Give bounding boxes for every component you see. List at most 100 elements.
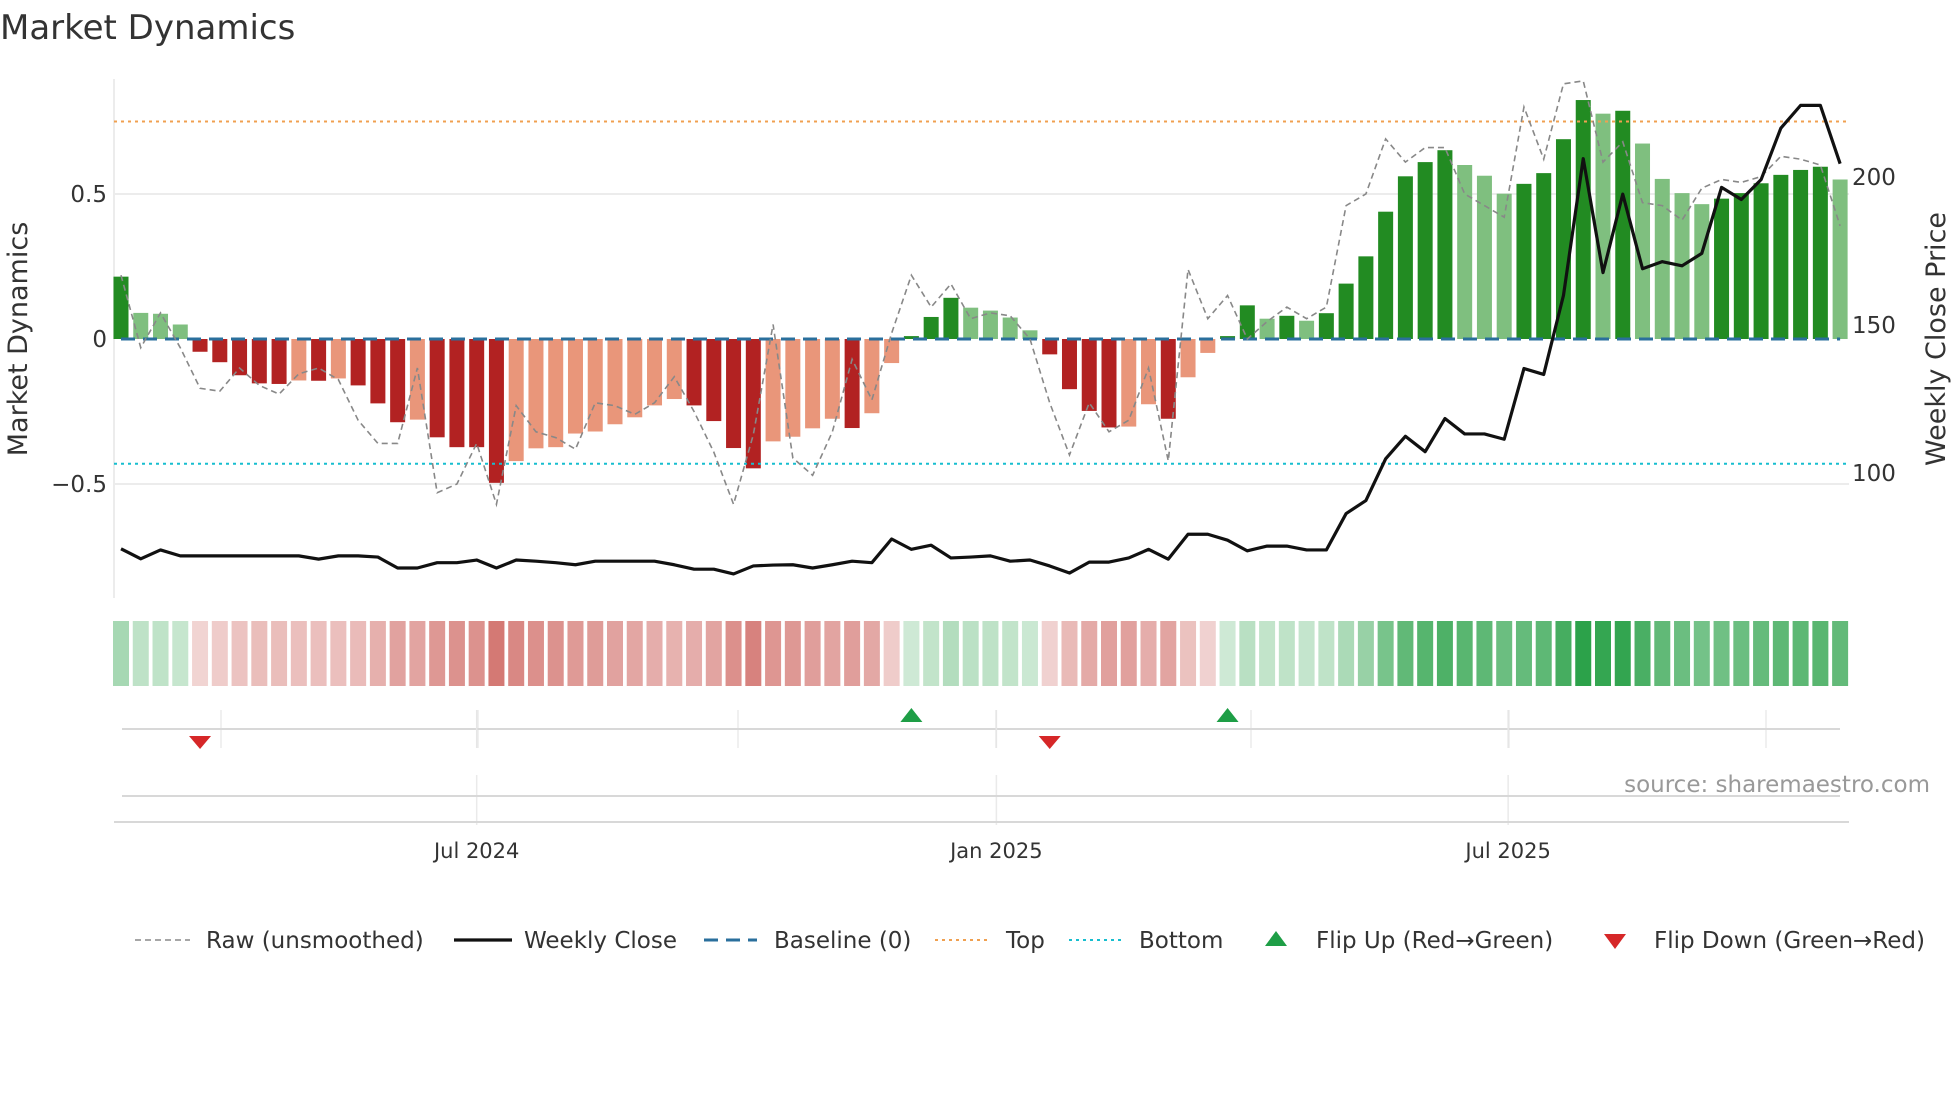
heat-strip-cell [1535, 621, 1552, 686]
dynamics-bar [706, 339, 722, 422]
chart-title: Market Dynamics [0, 8, 295, 48]
dynamics-bar [1457, 165, 1473, 339]
dynamics-bar [153, 313, 169, 339]
heat-strip-cell [1832, 621, 1849, 686]
heat-strip-cell [429, 621, 446, 686]
heat-strip-cell [1061, 621, 1078, 686]
heat-strip-cell [725, 621, 742, 686]
heat-strip-cell [1219, 621, 1236, 686]
heat-strip-cell [290, 621, 307, 686]
flip-up-marker [900, 708, 923, 722]
heat-strip-cell [1180, 621, 1197, 686]
heat-strip-cell [705, 621, 722, 686]
heat-strip-cell [468, 621, 485, 686]
dynamics-bar [943, 297, 959, 339]
dynamics-bar [785, 339, 801, 437]
dynamics-bar [1437, 150, 1453, 339]
dynamics-bar [469, 339, 485, 448]
dynamics-bar [864, 339, 880, 414]
legend-label-baseline: Baseline (0) [774, 928, 911, 954]
heat-strip-cell [1160, 621, 1177, 686]
dynamics-bar [449, 339, 465, 448]
y-axis-label: Market Dynamics [3, 222, 34, 457]
dynamics-bar [1694, 204, 1710, 339]
dynamics-bar [429, 339, 445, 438]
heat-strip-cell [745, 621, 762, 686]
dynamics-bar [271, 339, 287, 384]
market-dynamics-chart: Market Dynamics Market Dynamics Weekly C… [0, 8, 1952, 954]
dynamics-bar [508, 339, 524, 462]
dynamics-bar [1575, 100, 1591, 339]
heat-strip-cell [1298, 621, 1315, 686]
heat-strip-cell [1021, 621, 1038, 686]
heat-strip-cell [172, 621, 189, 686]
dynamics-bar [686, 339, 702, 406]
dynamics-bar [350, 339, 366, 386]
dynamics-bar [963, 307, 979, 339]
legend-label-top: Top [1005, 928, 1045, 954]
dynamics-bar [1358, 256, 1374, 339]
dynamics-bar [1615, 110, 1631, 340]
dynamics-bar [192, 339, 208, 352]
dynamics-bar [1042, 339, 1058, 355]
dynamics-bar [1200, 339, 1216, 353]
heat-strip-cell [1081, 621, 1098, 686]
dynamics-bar [1081, 339, 1097, 411]
heat-strip-cell [350, 621, 367, 686]
dynamics-bar [1259, 318, 1275, 339]
heat-strip-cell [942, 621, 959, 686]
heat-strip-cell [567, 621, 584, 686]
y2-tick-label: 100 [1852, 461, 1896, 487]
dynamics-bar [330, 339, 346, 379]
legend-flip-down-icon [1604, 934, 1626, 949]
heat-strip-cell [1555, 621, 1572, 686]
heat-strip-cell [251, 621, 268, 686]
dynamics-bar [1318, 313, 1334, 339]
y2-tick-label: 200 [1852, 165, 1896, 191]
dynamics-bar [232, 339, 248, 376]
heat-strip-cell [231, 621, 248, 686]
legend-label-flip_up: Flip Up (Red→Green) [1316, 928, 1553, 954]
heat-strip-cell [1239, 621, 1256, 686]
dynamics-bar [1239, 305, 1255, 339]
heat-strip-cell [587, 621, 604, 686]
dynamics-bar [1773, 174, 1789, 339]
heat-strip-cell [369, 621, 386, 686]
dynamics-bar [726, 339, 742, 449]
heat-strip-cell [1792, 621, 1809, 686]
heat-strip-cell [1278, 621, 1295, 686]
heat-strip-cell [330, 621, 347, 686]
heat-strip-cell [508, 621, 525, 686]
x-tick-label: Jul 2024 [432, 839, 519, 863]
x-tick-label: Jul 2025 [1463, 839, 1550, 863]
legend-label-close: Weekly Close [524, 928, 677, 954]
heat-strip-cell [1476, 621, 1493, 686]
heat-strip-cell [1357, 621, 1374, 686]
heat-strip-cell [626, 621, 643, 686]
dynamics-bar [1536, 173, 1552, 339]
heat-strip-cell [1753, 621, 1770, 686]
dynamics-bar [1654, 178, 1670, 339]
heat-strip-cell [1417, 621, 1434, 686]
heat-strip-cell [132, 621, 149, 686]
heat-strip-cell [271, 621, 288, 686]
dynamics-bar [1180, 339, 1196, 378]
heat-strip-cell [1002, 621, 1019, 686]
dynamics-bar [548, 339, 564, 448]
heat-strip-cell [1120, 621, 1137, 686]
heat-strip-cell [666, 621, 683, 686]
heat-strip-cell [863, 621, 880, 686]
legend-label-raw: Raw (unsmoothed) [206, 928, 424, 954]
heat-strip-cell [152, 621, 169, 686]
heat-strip-cell [765, 621, 782, 686]
heat-strip-cell [1693, 621, 1710, 686]
heat-strip-cell [1436, 621, 1453, 686]
heat-strip-cell [1733, 621, 1750, 686]
dynamics-bar [1338, 283, 1354, 339]
dynamics-bar [390, 339, 406, 423]
heat-strip-cell [1654, 621, 1671, 686]
heat-strip-cell [1496, 621, 1513, 686]
dynamics-bar [923, 316, 939, 339]
dynamics-bar [291, 339, 307, 381]
legend-flip-up-icon [1265, 931, 1287, 946]
